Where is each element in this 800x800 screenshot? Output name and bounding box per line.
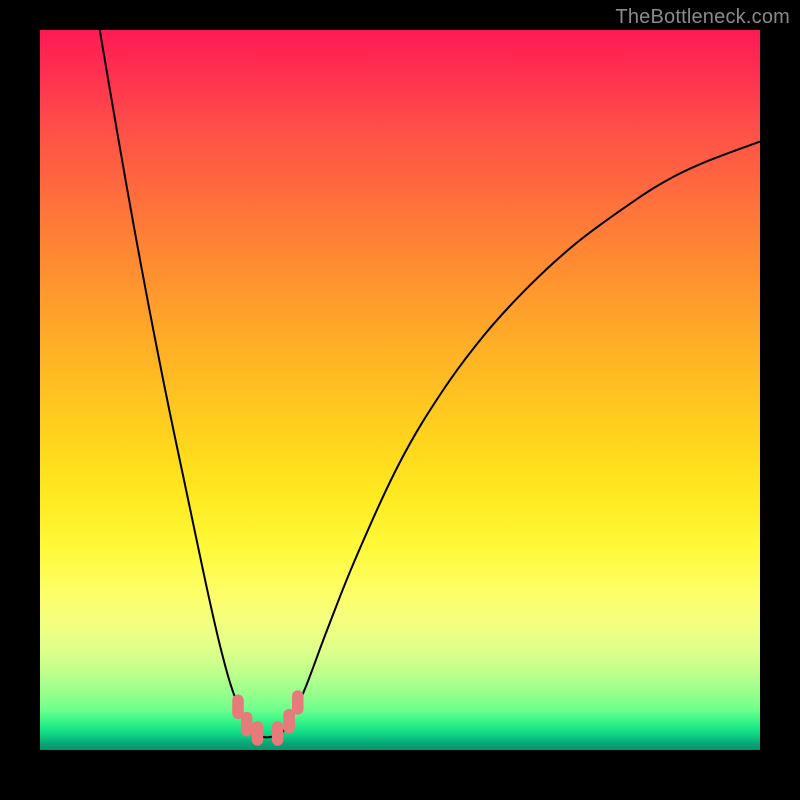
- chart-plot-area: [40, 30, 760, 750]
- valley-marker: [272, 721, 284, 745]
- valley-marker: [252, 721, 264, 745]
- valley-marker: [292, 690, 304, 714]
- valley-marker: [241, 712, 253, 736]
- bottleneck-curve-svg: [40, 30, 760, 750]
- curve-left-branch: [100, 30, 256, 734]
- valley-marker: [283, 709, 295, 733]
- curve-right-branch: [281, 142, 760, 735]
- watermark-text: TheBottleneck.com: [615, 6, 790, 29]
